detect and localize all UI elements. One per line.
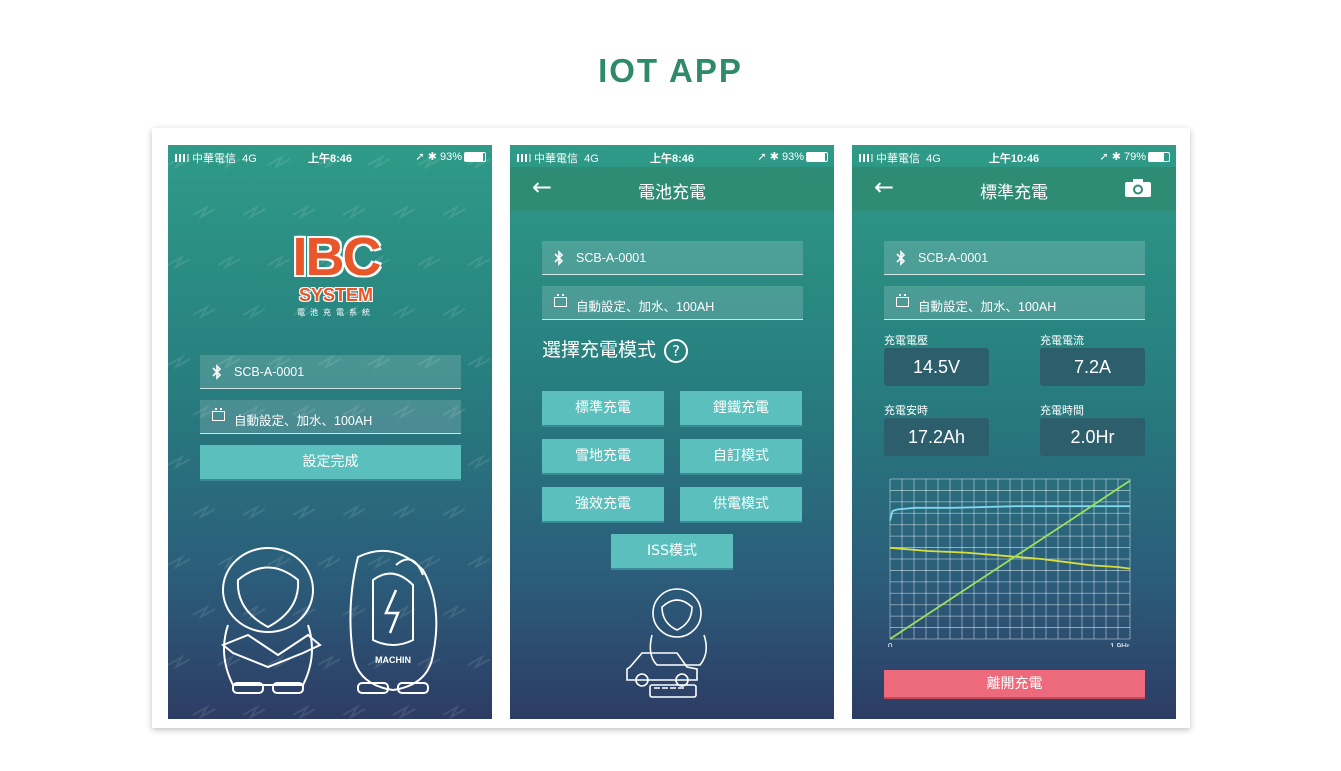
screen-title: 電池充電 [638,183,706,203]
mode-power-supply-button[interactable]: 供電模式 [680,487,802,523]
x-tick-label-start: 0 [888,642,893,647]
battery-icon [896,294,909,307]
logo-system: SYSTEM [298,285,373,305]
bluetooth-icon [212,364,222,380]
status-bar: 中華電信 4G 上午8:46 ➚ ✱ 93% [168,145,492,167]
mode-lithium-button[interactable]: 鋰鐵充電 [680,391,802,427]
mode-iss-button[interactable]: ISS模式 [611,534,733,570]
amp-hours-label: 充電安時 [884,404,928,417]
voltage-value: 14.5V [884,348,989,386]
page-title: IOT APP [598,52,743,89]
mode-custom-button[interactable]: 自訂模式 [680,439,802,475]
mode-snow-button[interactable]: 雪地充電 [542,439,664,475]
mascot-car-illustration [626,588,708,698]
battery-icon [554,294,567,307]
status-bar: 中華電信 4G 上午8:46 ➚ ✱ 93% [510,145,834,167]
battery-setting-field[interactable]: 自動設定、加水、100AH [200,400,461,434]
charge-time-label: 充電時間 [1040,404,1084,417]
battery-setting-field[interactable]: 自動設定、加水、100AH [884,286,1145,320]
mode-boost-button[interactable]: 強效充電 [542,487,664,523]
ibc-logo: IBC SYSTEM 電池充電系統 [276,227,396,323]
phone-screen-mode-select: 中華電信 4G 上午8:46 ➚ ✱ 93% ← 電池充電 SCB-A-0001… [510,145,834,719]
exit-charging-button[interactable]: 離開充電 [884,670,1145,699]
location-icon: ➚ [757,151,767,163]
mode-heading: 選擇充電模式? [542,335,689,363]
phone-screen-setup: 中華電信 4G 上午8:46 ➚ ✱ 93% IBC SYSTEM 電池充電系統… [168,145,492,719]
location-icon: ➚ [415,151,425,163]
bluetooth-status-icon: ✱ [1111,151,1121,163]
battery-setting-value: 自動設定、加水、100AH [234,414,373,428]
battery-percent: 93% [781,151,804,163]
current-value: 7.2A [1040,348,1145,386]
camera-icon[interactable] [1124,178,1152,198]
bluetooth-status-icon: ✱ [769,151,779,163]
battery-setting-value: 自動設定、加水、100AH [918,300,1057,314]
bluetooth-icon [896,250,906,266]
device-id: SCB-A-0001 [234,365,305,379]
x-tick-label-end: 1.9Hr [1110,642,1130,647]
device-field[interactable]: SCB-A-0001 [884,241,1145,275]
mode-heading-text: 選擇充電模式 [542,339,657,361]
battery-setting-field[interactable]: 自動設定、加水、100AH [542,286,803,320]
battery-status-icon [464,152,486,162]
current-label: 充電電流 [1040,334,1084,347]
device-field[interactable]: SCB-A-0001 [200,355,461,389]
amp-hours-value: 17.2Ah [884,418,989,456]
location-icon: ➚ [1099,151,1109,163]
voltage-label: 充電電壓 [884,334,928,347]
battery-setting-value: 自動設定、加水、100AH [576,300,715,314]
mascot-illustration: MACHIN [221,547,438,694]
logo-subtitle: 電池充電系統 [297,308,375,317]
bluetooth-icon [554,250,564,266]
battery-icon [212,408,225,421]
battery-percent: 79% [1123,151,1146,163]
battery-percent: 93% [439,151,462,163]
phone-screen-charging: 中華電信 4G 上午10:46 ➚ ✱ 79% ← 標準充電 SCB-A-000… [852,145,1176,719]
confirm-settings-button[interactable]: 設定完成 [200,445,461,481]
status-bar: 中華電信 4G 上午10:46 ➚ ✱ 79% [852,145,1176,167]
bluetooth-status-icon: ✱ [427,151,437,163]
device-field[interactable]: SCB-A-0001 [542,241,803,275]
nav-bar: ← 電池充電 [510,167,834,211]
charge-time-value: 2.0Hr [1040,418,1145,456]
battery-status-icon [806,152,828,162]
nav-bar: ← 標準充電 [852,167,1176,211]
mascot-badge: MACHIN [375,655,411,665]
battery-status-icon [1148,152,1170,162]
help-icon[interactable]: ? [664,338,689,363]
logo-brand: IBC [292,227,382,287]
device-id: SCB-A-0001 [576,251,647,265]
mode-standard-button[interactable]: 標準充電 [542,391,664,427]
charging-chart: VAAh01.9Hr [888,478,1131,647]
device-id: SCB-A-0001 [918,251,989,265]
